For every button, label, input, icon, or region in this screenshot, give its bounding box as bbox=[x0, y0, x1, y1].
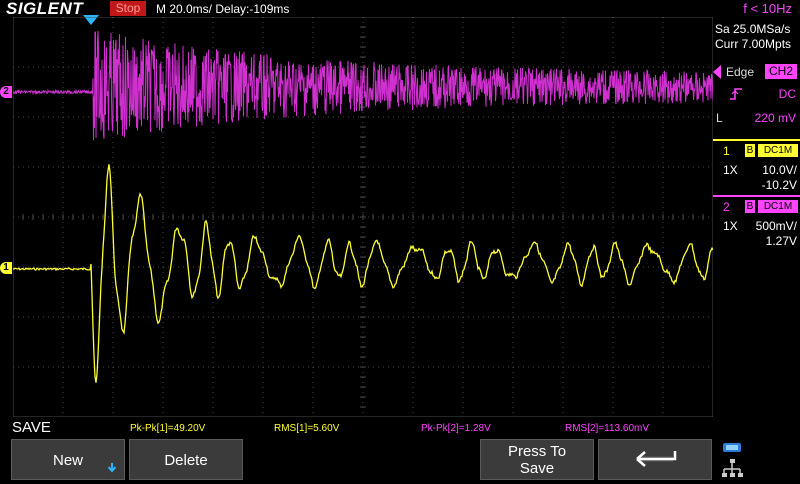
trigger-source-badge: CH2 bbox=[765, 64, 797, 79]
rising-edge-icon bbox=[729, 87, 743, 100]
ch2-bw-limit-badge: B bbox=[745, 200, 755, 213]
measurement-pkpk-ch2: Pk-Pk[2]=1.28V bbox=[421, 423, 491, 434]
return-icon bbox=[599, 446, 711, 476]
memory-depth: Curr 7.00Mpts bbox=[715, 37, 792, 51]
menu-title-bar: SAVE Pk-Pk[1]=49.20V RMS[1]=5.60V Pk-Pk[… bbox=[0, 419, 800, 437]
trigger-level: 220 mV bbox=[754, 111, 796, 125]
press-to-save-button[interactable]: Press To Save bbox=[480, 439, 594, 480]
run-stop-status[interactable]: Stop bbox=[110, 1, 146, 16]
press-to-save-line1: Press To bbox=[507, 443, 567, 460]
ch2-offset-marker[interactable]: 2 bbox=[0, 86, 12, 98]
trigger-level-arrow-icon bbox=[713, 65, 721, 79]
measurement-rms-ch2: RMS[2]=113.60mV bbox=[565, 423, 650, 434]
trigger-coupling: DC bbox=[778, 87, 796, 101]
delete-button[interactable]: Delete bbox=[129, 439, 243, 480]
softkey-bar: New Delete Press To Save bbox=[0, 437, 800, 480]
ch2-coupling-badge: DC1M bbox=[758, 200, 798, 213]
right-info-panel: Sa 25.0MSa/s Curr 7.00Mpts Edge CH2 DC L… bbox=[713, 17, 800, 417]
ch2-waveform bbox=[13, 30, 713, 141]
ch1-probe: 1X bbox=[723, 163, 738, 177]
ch1-bw-limit-badge: B bbox=[745, 144, 755, 157]
timebase-readout[interactable]: M 20.0ms/ Delay:-109ms bbox=[156, 2, 289, 16]
ch2-probe: 1X bbox=[723, 219, 738, 233]
ch1-scale: 10.0V/ bbox=[762, 163, 797, 177]
return-button[interactable] bbox=[598, 439, 712, 480]
ch2-scale: 500mV/ bbox=[755, 219, 797, 233]
waveform-display[interactable] bbox=[13, 17, 713, 417]
sample-rate: Sa 25.0MSa/s bbox=[715, 22, 791, 36]
waveform-traces bbox=[13, 30, 713, 383]
ch2-offset: 1.27V bbox=[765, 234, 797, 248]
ch1-info-box[interactable]: 1 B DC1M 1X 10.0V/ -10.2V bbox=[713, 139, 800, 195]
measurement-rms-ch1: RMS[1]=5.60V bbox=[274, 423, 340, 434]
arrow-down-icon bbox=[107, 460, 117, 473]
ch1-waveform bbox=[13, 164, 713, 383]
ch2-info-box[interactable]: 2 B DC1M 1X 500mV/ 1.27V bbox=[713, 195, 800, 251]
frequency-counter: f < 10Hz bbox=[743, 1, 792, 16]
menu-title: SAVE bbox=[12, 419, 51, 436]
measurement-pkpk-ch1: Pk-Pk[1]=49.20V bbox=[130, 423, 206, 434]
network-status-icon[interactable] bbox=[720, 439, 744, 479]
press-to-save-line2: Save bbox=[519, 460, 555, 477]
trigger-type: Edge bbox=[726, 65, 755, 79]
top-status-bar: SIGLENT Stop M 20.0ms/ Delay:-109ms f < … bbox=[0, 0, 800, 18]
ch2-number: 2 bbox=[723, 200, 730, 214]
ch1-offset-marker[interactable]: 1 bbox=[0, 262, 12, 274]
ch1-offset: -10.2V bbox=[761, 178, 797, 192]
trigger-mode: L bbox=[716, 111, 723, 125]
delete-label: Delete bbox=[164, 452, 208, 469]
new-button[interactable]: New bbox=[11, 439, 125, 480]
ch1-number: 1 bbox=[723, 144, 730, 158]
ch1-coupling-badge: DC1M bbox=[758, 144, 798, 157]
